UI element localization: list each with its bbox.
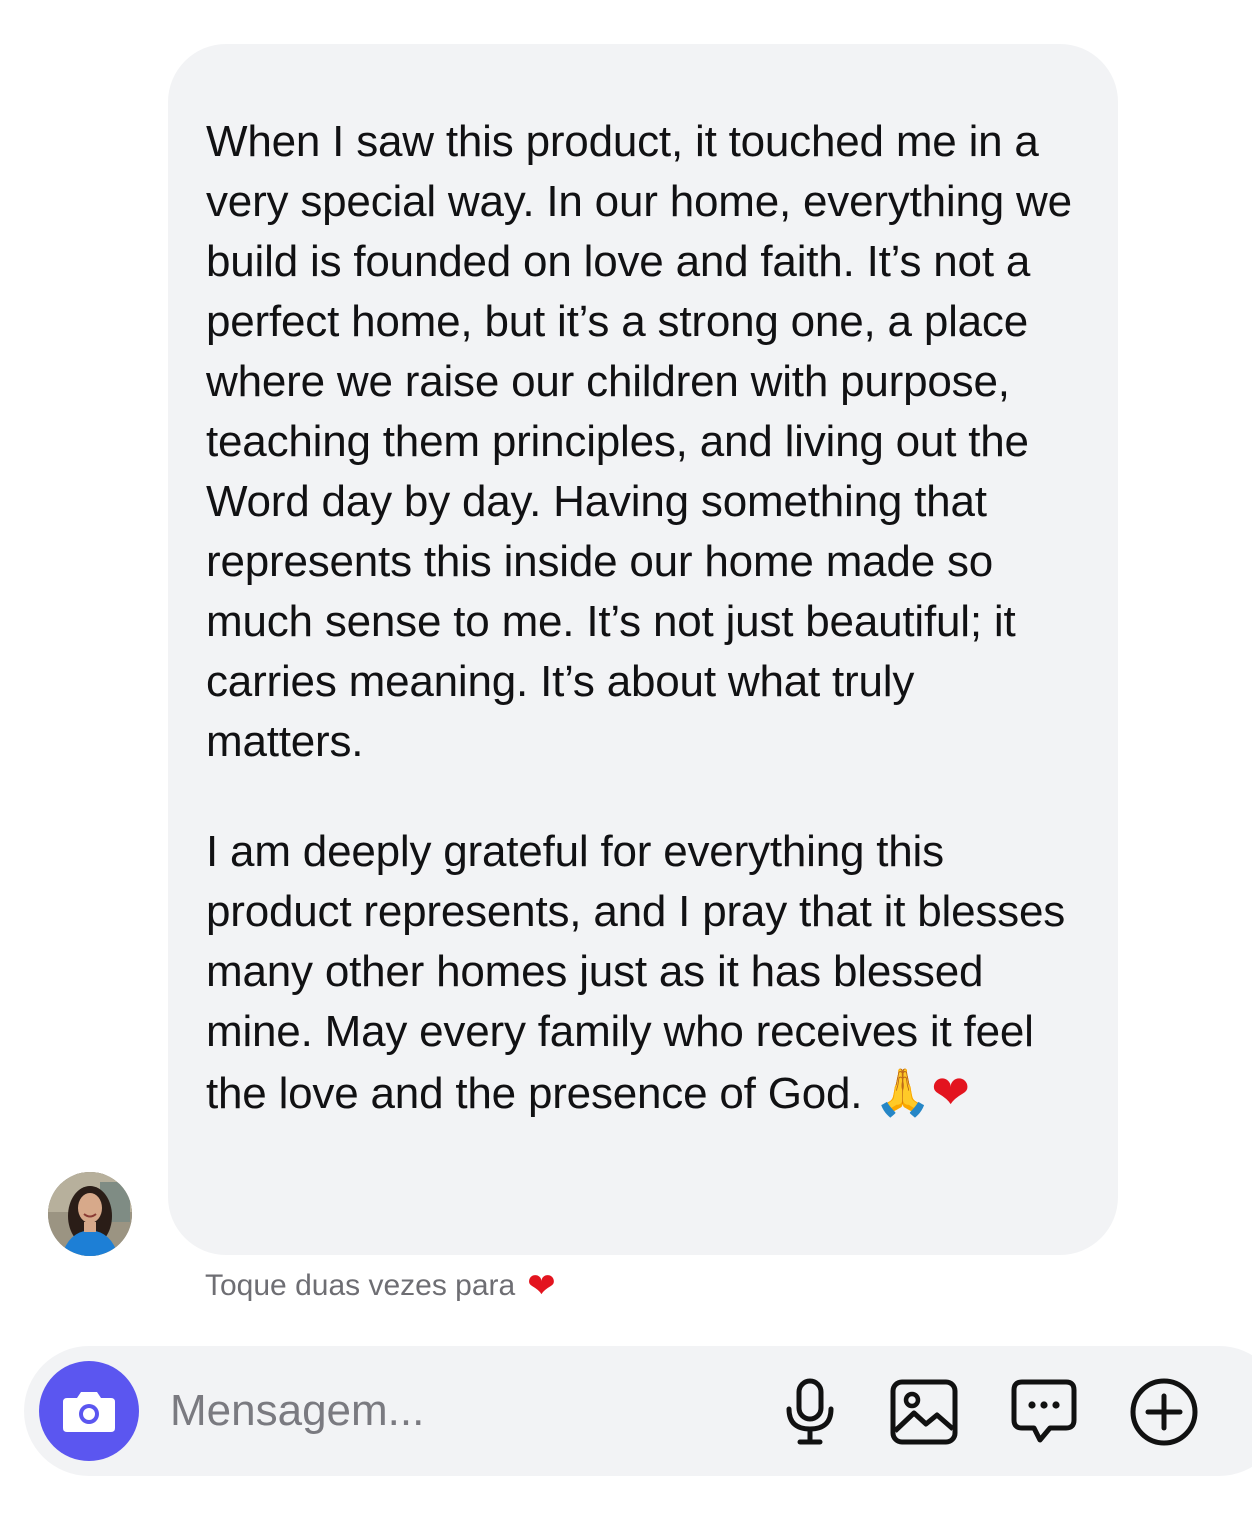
heart-emoji: ❤ bbox=[527, 1266, 556, 1306]
microphone-icon bbox=[786, 1378, 834, 1445]
camera-icon bbox=[63, 1392, 115, 1432]
sticker-button[interactable] bbox=[1008, 1376, 1080, 1448]
avatar-photo bbox=[48, 1172, 132, 1256]
praying-hands-emoji: 🙏 bbox=[874, 1065, 932, 1119]
message-bubble[interactable]: When I saw this product, it touched me i… bbox=[168, 44, 1118, 1255]
double-tap-hint: Toque duas vezes para ❤ bbox=[205, 1266, 556, 1306]
message-paragraph-2: I am deeply grateful for everything this… bbox=[206, 822, 1078, 1124]
camera-button[interactable] bbox=[39, 1361, 139, 1461]
plus-circle-icon bbox=[1130, 1378, 1198, 1446]
chat-bubble-icon bbox=[1011, 1379, 1077, 1443]
gallery-button[interactable] bbox=[888, 1376, 960, 1448]
message-paragraph-1: When I saw this product, it touched me i… bbox=[206, 117, 1072, 766]
message-input[interactable] bbox=[170, 1381, 730, 1441]
hint-text: Toque duas vezes para bbox=[205, 1269, 516, 1302]
avatar[interactable] bbox=[48, 1172, 132, 1256]
more-options-button[interactable] bbox=[1128, 1376, 1200, 1448]
message-composer bbox=[24, 1346, 1252, 1476]
microphone-button[interactable] bbox=[774, 1376, 846, 1448]
image-icon bbox=[890, 1379, 958, 1445]
red-heart-emoji: ❤ bbox=[931, 1065, 970, 1119]
